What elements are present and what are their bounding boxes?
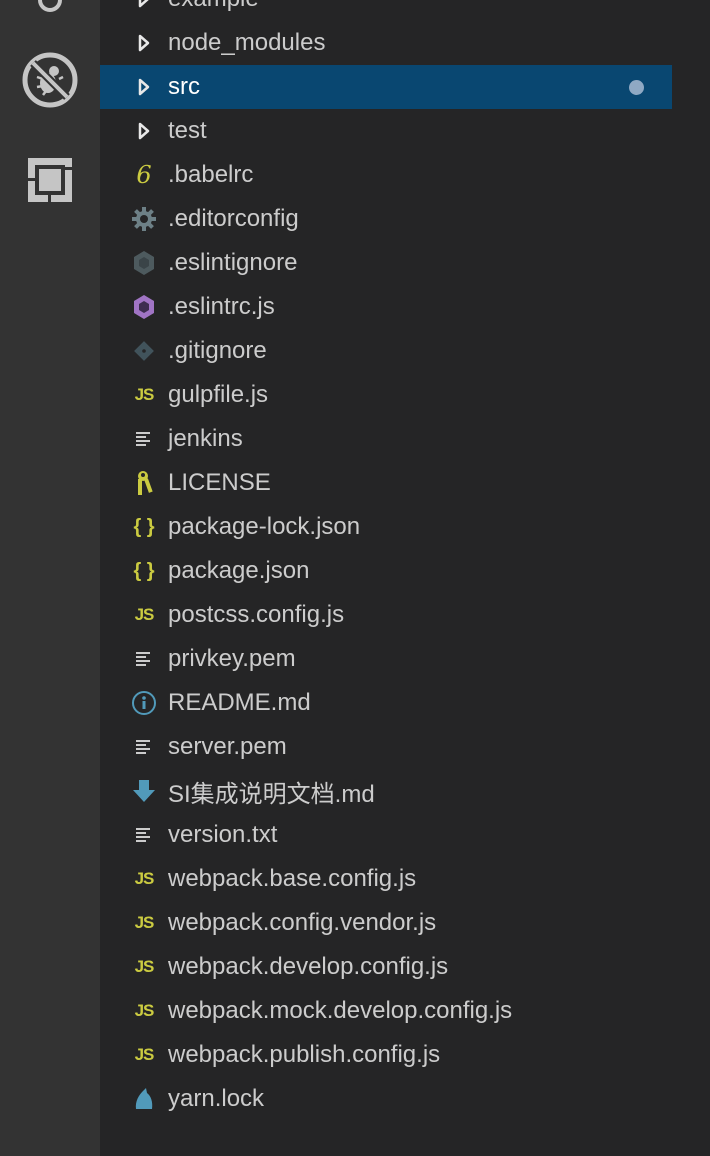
item-label: package-lock.json bbox=[168, 513, 361, 540]
chevron-right-icon[interactable] bbox=[130, 0, 158, 13]
js-icon: JS bbox=[134, 1045, 155, 1064]
item-label: SI集成说明文档.md bbox=[168, 780, 375, 808]
file-item-server-pem[interactable]: server.pem bbox=[100, 725, 672, 769]
item-label: .babelrc bbox=[168, 161, 254, 188]
file-item-webpack-mock-develop-config-js[interactable]: JS webpack.mock.develop.config.js bbox=[100, 989, 672, 1033]
item-label: privkey.pem bbox=[168, 645, 296, 672]
item-label: server.pem bbox=[168, 733, 287, 760]
js-icon: JS bbox=[134, 1001, 155, 1020]
git-icon bbox=[130, 337, 158, 365]
file-item-readme-md[interactable]: README.md bbox=[100, 681, 672, 725]
item-label: version.txt bbox=[168, 821, 278, 848]
js-icon: JS bbox=[134, 957, 155, 976]
text-file-icon bbox=[130, 821, 158, 849]
js-icon: JS bbox=[134, 913, 155, 932]
folder-item-test[interactable]: test bbox=[100, 109, 672, 153]
item-label: package.json bbox=[168, 557, 310, 584]
file-item-gulpfile-js[interactable]: JS gulpfile.js bbox=[100, 373, 672, 417]
item-label: webpack.config.vendor.js bbox=[168, 909, 437, 936]
file-item-webpack-base-config-js[interactable]: JS webpack.base.config.js bbox=[100, 857, 672, 901]
item-label: webpack.publish.config.js bbox=[168, 1041, 441, 1068]
item-label: src bbox=[168, 73, 200, 100]
folder-item-node-modules[interactable]: node_modules bbox=[100, 21, 672, 65]
item-label: webpack.base.config.js bbox=[168, 865, 417, 892]
item-label: webpack.mock.develop.config.js bbox=[168, 997, 513, 1024]
item-label: .eslintrc.js bbox=[168, 293, 275, 320]
folder-item-src[interactable]: src bbox=[100, 65, 672, 109]
chevron-right-icon[interactable] bbox=[130, 29, 158, 57]
extensions-icon[interactable] bbox=[20, 150, 80, 210]
markdown-icon bbox=[130, 777, 158, 805]
file-item-eslintrc-js[interactable]: .eslintrc.js bbox=[100, 285, 672, 329]
item-label: README.md bbox=[168, 689, 311, 716]
json-icon: { } bbox=[133, 559, 155, 582]
file-item-package-lock-json[interactable]: { } package-lock.json bbox=[100, 505, 672, 549]
item-label: .eslintignore bbox=[168, 249, 298, 276]
debug-disabled-icon[interactable] bbox=[20, 50, 80, 110]
activity-bar bbox=[0, 0, 100, 1156]
chevron-right-icon[interactable] bbox=[130, 117, 158, 145]
text-file-icon bbox=[130, 425, 158, 453]
js-icon: JS bbox=[134, 605, 155, 624]
folder-item-example[interactable]: example bbox=[100, 0, 672, 21]
file-item-webpack-publish-config-js[interactable]: JS webpack.publish.config.js bbox=[100, 1033, 672, 1077]
eslint-icon bbox=[130, 293, 158, 321]
item-label: postcss.config.js bbox=[168, 601, 345, 628]
file-explorer-tree: example node_modulessrc test 6 .babelrc .edit… bbox=[100, 0, 672, 1121]
file-item-postcss-config-js[interactable]: JS postcss.config.js bbox=[100, 593, 672, 637]
info-icon bbox=[130, 689, 158, 717]
babel-icon: 6 bbox=[136, 161, 152, 189]
text-file-icon bbox=[130, 645, 158, 673]
modified-indicator-dot bbox=[629, 79, 644, 95]
file-item-yarn-lock[interactable]: yarn.lock bbox=[100, 1077, 672, 1121]
file-item-license[interactable]: LICENSE bbox=[100, 461, 672, 505]
item-label: yarn.lock bbox=[168, 1085, 265, 1112]
file-item-si-md[interactable]: SI集成说明文档.md bbox=[100, 769, 672, 813]
license-key-icon bbox=[130, 469, 158, 497]
file-item-webpack-config-vendor-js[interactable]: JS webpack.config.vendor.js bbox=[100, 901, 672, 945]
file-item-babelrc[interactable]: 6 .babelrc bbox=[100, 153, 672, 197]
item-label: gulpfile.js bbox=[168, 381, 269, 408]
scrollbar-track[interactable] bbox=[672, 0, 710, 1156]
yarn-icon bbox=[130, 1085, 158, 1113]
file-item-eslintignore[interactable]: .eslintignore bbox=[100, 241, 672, 285]
file-item-gitignore[interactable]: .gitignore bbox=[100, 329, 672, 373]
file-item-package-json[interactable]: { } package.json bbox=[100, 549, 672, 593]
js-icon: JS bbox=[134, 385, 155, 404]
file-item-editorconfig[interactable]: .editorconfig bbox=[100, 197, 672, 241]
js-icon: JS bbox=[134, 869, 155, 888]
item-label: example bbox=[168, 0, 259, 13]
item-label: webpack.develop.config.js bbox=[168, 953, 449, 980]
file-item-version-txt[interactable]: version.txt bbox=[100, 813, 672, 857]
chevron-right-icon[interactable] bbox=[130, 73, 158, 101]
item-label: jenkins bbox=[168, 425, 243, 452]
gear-icon bbox=[130, 205, 158, 233]
json-icon: { } bbox=[133, 515, 155, 538]
item-label: .gitignore bbox=[168, 337, 267, 364]
item-label: LICENSE bbox=[168, 469, 271, 496]
file-item-jenkins[interactable]: jenkins bbox=[100, 417, 672, 461]
text-file-icon bbox=[130, 733, 158, 761]
file-item-privkey-pem[interactable]: privkey.pem bbox=[100, 637, 672, 681]
item-label: node_modules bbox=[168, 29, 326, 56]
eslint-ignore-icon bbox=[130, 249, 158, 277]
item-label: .editorconfig bbox=[168, 205, 299, 232]
activity-icon-partial[interactable] bbox=[20, 0, 80, 30]
item-label: test bbox=[168, 117, 207, 144]
file-item-webpack-develop-config-js[interactable]: JS webpack.develop.config.js bbox=[100, 945, 672, 989]
